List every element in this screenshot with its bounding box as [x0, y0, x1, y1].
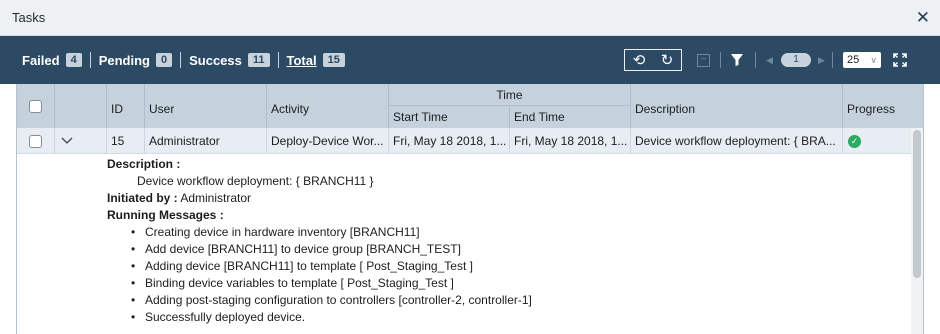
- pending-label: Pending: [98, 52, 150, 68]
- vertical-scrollbar[interactable]: [911, 128, 923, 334]
- pending-count-badge: 0: [155, 53, 173, 67]
- page-size-select[interactable]: 25 ∨: [843, 36, 881, 84]
- divider: [180, 52, 182, 68]
- col-id-header[interactable]: ID: [107, 84, 145, 128]
- refresh-group: ⟲ ↻: [624, 49, 682, 71]
- col-activity-header[interactable]: Activity: [267, 84, 389, 128]
- col-time-header: Time: [389, 84, 631, 106]
- expand-column-header: [55, 84, 107, 128]
- next-page-icon: ▶: [818, 54, 825, 65]
- select-all-checkbox[interactable]: [29, 99, 42, 113]
- page-size-value: 25: [847, 54, 860, 66]
- total-count-badge: 15: [322, 53, 345, 67]
- page-number-input[interactable]: 1: [781, 36, 811, 84]
- collapse-all-button[interactable]: −: [697, 36, 710, 84]
- total-filter[interactable]: Total 15: [287, 53, 345, 68]
- detail-initiated-value: Administrator: [180, 191, 252, 205]
- chevron-down-icon: ∨: [870, 55, 877, 65]
- prev-page-icon: ◀: [766, 54, 773, 65]
- col-end-time-header[interactable]: End Time: [510, 106, 631, 128]
- table-row[interactable]: 15 Administrator Deploy-Device Wor... Fr…: [17, 128, 911, 154]
- failed-filter[interactable]: Failed 4: [22, 53, 82, 68]
- divider: [832, 36, 833, 84]
- detail-description-value: Device workflow deployment: { BRANCH11 }: [137, 174, 374, 188]
- filter-button[interactable]: [731, 36, 743, 84]
- close-icon[interactable]: ✕: [916, 9, 930, 26]
- success-check-icon: ✓: [848, 134, 861, 148]
- page-number: 1: [781, 53, 811, 67]
- col-start-time-header[interactable]: Start Time: [389, 106, 510, 128]
- row-id: 15: [107, 128, 145, 154]
- detail-messages-label: Running Messages :: [107, 208, 224, 222]
- select-all-cell: [17, 84, 55, 128]
- minus-box-icon: −: [697, 53, 710, 67]
- row-checkbox[interactable]: [29, 134, 42, 148]
- dialog-title: Tasks: [12, 10, 46, 25]
- dialog-titlebar: Tasks ✕: [0, 0, 940, 36]
- detail-description-label: Description :: [107, 157, 181, 171]
- row-detail-panel: Description : Device workflow deployment…: [107, 156, 897, 326]
- list-item: Adding device [BRANCH11] to template [ P…: [131, 258, 897, 275]
- list-item: Binding device variables to template [ P…: [131, 275, 897, 292]
- running-messages-list: Creating device in hardware inventory [B…: [107, 224, 897, 326]
- success-label: Success: [189, 52, 242, 68]
- col-progress-header[interactable]: Progress: [843, 84, 923, 128]
- refresh-auto-icon[interactable]: ⟲: [633, 53, 646, 68]
- row-activity: Deploy-Device Wor...: [267, 128, 389, 154]
- filter-icon: [731, 54, 743, 66]
- grid-header: ID User Activity Time Start Time End Tim…: [17, 84, 923, 128]
- success-filter[interactable]: Success 11: [189, 52, 270, 68]
- row-select-cell: [17, 128, 55, 154]
- divider: [755, 36, 756, 84]
- row-start-time: Fri, May 18 2018, 1...: [389, 128, 510, 154]
- prev-page-button[interactable]: ◀: [766, 36, 773, 84]
- tasks-toolbar: Failed 4 Pending 0 Success 11 Total 15 ⟲…: [0, 36, 940, 84]
- scrollbar-thumb[interactable]: [913, 130, 921, 278]
- row-description: Device workflow deployment: { BRA...: [631, 128, 843, 154]
- pending-filter[interactable]: Pending 0: [98, 52, 173, 68]
- divider: [720, 36, 721, 84]
- row-expand-toggle[interactable]: [55, 128, 107, 154]
- failed-count-badge: 4: [65, 53, 82, 67]
- refresh-icon[interactable]: ↻: [661, 53, 674, 68]
- list-item: Successfully deployed device.: [131, 309, 897, 326]
- row-end-time: Fri, May 18 2018, 1...: [510, 128, 631, 154]
- detail-initiated-line: Initiated by : Administrator: [107, 190, 897, 207]
- total-label: Total: [286, 52, 317, 68]
- divider: [277, 52, 279, 68]
- chevron-down-icon: [61, 137, 73, 144]
- divider: [89, 52, 91, 68]
- expand-icon: [893, 53, 907, 67]
- row-progress: ✓: [843, 128, 911, 154]
- success-count-badge: 11: [247, 53, 270, 67]
- expand-button[interactable]: [893, 36, 907, 84]
- next-page-button[interactable]: ▶: [818, 36, 825, 84]
- col-description-header[interactable]: Description: [631, 84, 843, 128]
- row-user: Administrator: [145, 128, 267, 154]
- list-item: Creating device in hardware inventory [B…: [131, 224, 897, 241]
- list-item: Add device [BRANCH11] to device group [B…: [131, 241, 897, 258]
- tasks-grid: ID User Activity Time Start Time End Tim…: [16, 84, 924, 334]
- failed-label: Failed: [22, 52, 60, 68]
- detail-initiated-label: Initiated by :: [107, 191, 178, 205]
- col-user-header[interactable]: User: [145, 84, 267, 128]
- list-item: Adding post-staging configuration to con…: [131, 292, 897, 309]
